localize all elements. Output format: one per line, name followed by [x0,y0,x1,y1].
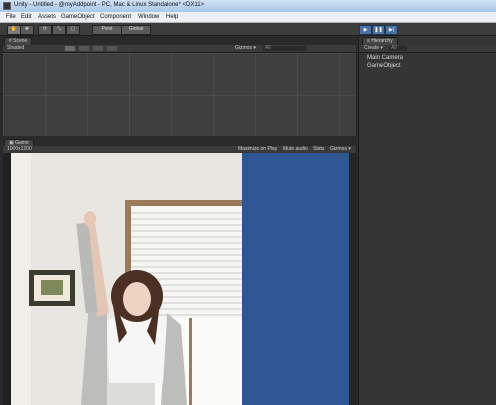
menu-help[interactable]: Help [166,14,178,20]
tab-scene[interactable]: # Scene [4,37,33,45]
window-title-bar: Unity - Untitled - @myAddpoint - PC, Mac… [0,0,496,12]
game-view-gutter [349,153,357,405]
hierarchy-panel: ≡ Hierarchy Create ▾ All Main Camera Gam… [358,36,496,405]
scene-search-input[interactable]: All [263,46,307,51]
hierarchy-item-main-camera[interactable]: Main Camera [367,55,403,61]
move-tool-icon[interactable]: ✥ [20,25,34,35]
menu-bar: File Edit Assets GameObject Component Wi… [0,12,496,23]
rotate-tool-icon[interactable]: ⟳ [38,25,52,35]
shading-mode-dropdown[interactable]: Shaded [7,45,24,52]
scene-icon: # [9,38,12,44]
maximize-on-play-toggle[interactable]: Maximize on Play [238,146,277,153]
pause-button[interactable]: ❚❚ [372,25,385,35]
tab-hierarchy-label: Hierarchy [371,38,393,44]
lighting-toggle[interactable] [79,46,89,51]
unity-logo-icon [3,2,11,10]
game-gizmos-dropdown[interactable]: Gizmos ▾ [330,146,351,153]
hand-tool-icon[interactable]: ✋ [7,25,21,35]
menu-assets[interactable]: Assets [38,14,56,20]
resolution-dropdown[interactable]: 1000x1200 [7,146,32,153]
scene-toolbar: Shaded Gizmos ▾ All [3,45,356,53]
step-button[interactable]: ▶| [385,25,398,35]
scene-gizmos-dropdown[interactable]: Gizmos ▾ [235,45,256,52]
hierarchy-create-dropdown[interactable]: Create ▾ [364,45,383,52]
menu-component[interactable]: Component [100,14,131,20]
hierarchy-search-input[interactable]: All [389,46,407,51]
tab-hierarchy[interactable]: ≡ Hierarchy [362,37,398,45]
hierarchy-icon: ≡ [367,38,370,44]
main-toolbar: ✋ ✥ ⟳ ⤡ ▢ Pivot Global ▶ ❚❚ ▶| [0,23,496,36]
window-title: Unity - Untitled - @myAddpoint - PC, Mac… [14,2,205,8]
scene-viewport[interactable] [3,53,356,136]
global-toggle[interactable]: Global [121,25,151,35]
play-button[interactable]: ▶ [359,25,372,35]
menu-window[interactable]: Window [138,14,159,20]
audio-toggle[interactable] [93,46,103,51]
tab-scene-label: Scene [13,38,28,44]
effects-dropdown[interactable] [107,46,117,51]
pivot-toggle[interactable]: Pivot [92,25,122,35]
menu-gameobject[interactable]: GameObject [61,14,95,20]
menu-file[interactable]: File [6,14,16,20]
mute-audio-toggle[interactable]: Mute audio [283,146,308,153]
hierarchy-toolbar: Create ▾ All [359,45,496,53]
photo-illustration [11,153,242,405]
game-camera-background [242,153,349,405]
stats-toggle[interactable]: Stats [313,146,324,153]
scale-tool-icon[interactable]: ⤡ [52,25,66,35]
menu-edit[interactable]: Edit [21,14,31,20]
hierarchy-item-gameobject[interactable]: GameObject [367,63,401,69]
2d-toggle[interactable] [65,46,75,51]
rect-tool-icon[interactable]: ▢ [66,25,80,35]
game-rendered-photo [11,153,242,405]
